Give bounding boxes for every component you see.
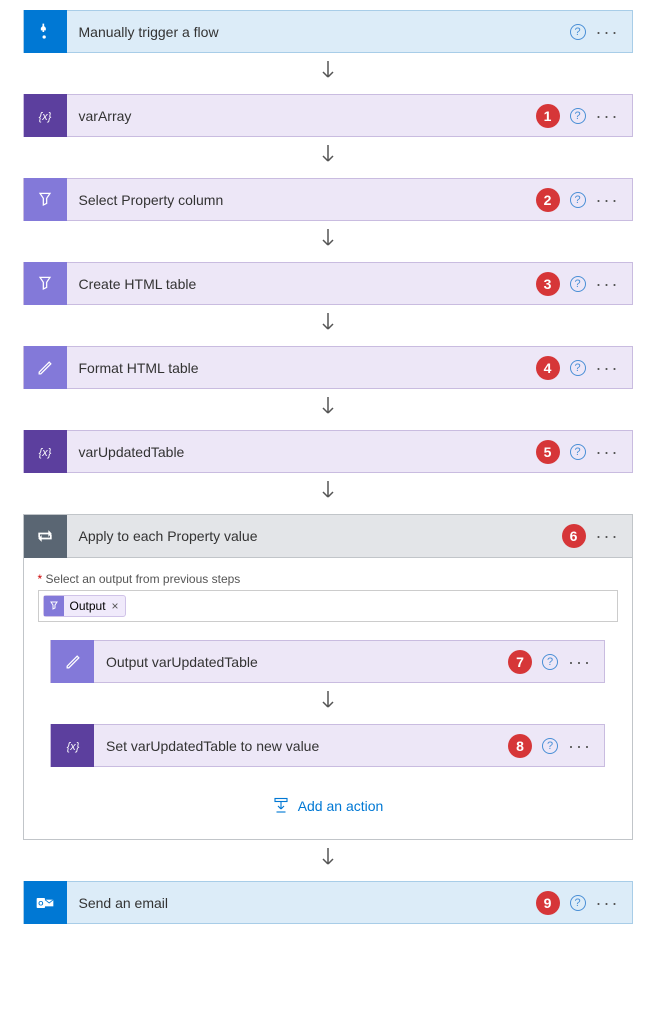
field-label-text: Select an output from previous steps <box>46 572 241 586</box>
arrow-down-icon <box>320 145 336 170</box>
step-label: Send an email <box>67 895 536 911</box>
help-icon[interactable]: ? <box>570 192 586 208</box>
step-set-var[interactable]: {x} Set varUpdatedTable to new value 8 ?… <box>50 724 605 767</box>
step-label: Format HTML table <box>67 360 536 376</box>
step-actions: 1 ? ··· <box>536 104 632 128</box>
step-actions: 4 ? ··· <box>536 356 632 380</box>
number-badge: 2 <box>536 188 560 212</box>
output-field[interactable]: Output × <box>38 590 618 622</box>
help-icon[interactable]: ? <box>542 654 558 670</box>
add-action-button[interactable]: Add an action <box>272 797 384 815</box>
step-var-array[interactable]: {x} varArray 1 ? ··· <box>23 94 633 137</box>
help-icon[interactable]: ? <box>570 276 586 292</box>
step-var-updated[interactable]: {x} varUpdatedTable 5 ? ··· <box>23 430 633 473</box>
add-action-icon <box>272 797 290 815</box>
number-badge: 4 <box>536 356 560 380</box>
help-icon[interactable]: ? <box>570 360 586 376</box>
step-label: Create HTML table <box>67 276 536 292</box>
step-actions: 8 ? ··· <box>508 734 604 758</box>
menu-icon[interactable]: ··· <box>596 359 620 377</box>
help-icon[interactable]: ? <box>542 738 558 754</box>
step-format-html[interactable]: Format HTML table 4 ? ··· <box>23 346 633 389</box>
token-remove-icon[interactable]: × <box>112 599 125 613</box>
menu-icon[interactable]: ··· <box>596 23 620 41</box>
data-operation-icon <box>24 262 67 305</box>
step-label: Manually trigger a flow <box>67 24 570 40</box>
step-actions: 7 ? ··· <box>508 650 604 674</box>
number-badge: 3 <box>536 272 560 296</box>
arrow-down-icon <box>320 61 336 86</box>
arrow-down-icon <box>320 481 336 506</box>
step-actions: 5 ? ··· <box>536 440 632 464</box>
step-label: Set varUpdatedTable to new value <box>94 738 508 754</box>
help-icon[interactable]: ? <box>570 444 586 460</box>
menu-icon[interactable]: ··· <box>596 275 620 293</box>
trigger-icon <box>24 10 67 53</box>
compose-icon <box>24 346 67 389</box>
arrow-down-icon <box>320 313 336 338</box>
container-body: * Select an output from previous steps O… <box>24 558 632 839</box>
number-badge: 8 <box>508 734 532 758</box>
step-actions: 3 ? ··· <box>536 272 632 296</box>
help-icon[interactable]: ? <box>570 24 586 40</box>
field-label: * Select an output from previous steps <box>38 572 618 586</box>
number-badge: 9 <box>536 891 560 915</box>
nested-steps: Output varUpdatedTable 7 ? ··· {x} Set v… <box>38 640 618 815</box>
number-badge: 7 <box>508 650 532 674</box>
step-create-html[interactable]: Create HTML table 3 ? ··· <box>23 262 633 305</box>
step-output-var[interactable]: Output varUpdatedTable 7 ? ··· <box>50 640 605 683</box>
svg-text:{x}: {x} <box>66 741 79 753</box>
data-operation-icon <box>24 178 67 221</box>
svg-text:O: O <box>38 900 43 907</box>
step-label: Apply to each Property value <box>67 528 562 544</box>
step-label: varUpdatedTable <box>67 444 536 460</box>
step-send-email[interactable]: O Send an email 9 ? ··· <box>23 881 633 924</box>
arrow-down-icon <box>320 848 336 873</box>
step-label: varArray <box>67 108 536 124</box>
help-icon[interactable]: ? <box>570 108 586 124</box>
help-icon[interactable]: ? <box>570 895 586 911</box>
outlook-icon: O <box>24 881 67 924</box>
menu-icon[interactable]: ··· <box>568 653 592 671</box>
svg-text:{x}: {x} <box>39 111 52 123</box>
number-badge: 6 <box>562 524 586 548</box>
number-badge: 5 <box>536 440 560 464</box>
variable-icon: {x} <box>24 430 67 473</box>
add-action-label: Add an action <box>298 798 384 814</box>
flow-canvas: Manually trigger a flow ? ··· {x} varArr… <box>10 10 645 924</box>
menu-icon[interactable]: ··· <box>596 443 620 461</box>
compose-icon <box>51 640 94 683</box>
step-actions: 2 ? ··· <box>536 188 632 212</box>
required-indicator: * <box>38 572 43 586</box>
step-apply-each[interactable]: Apply to each Property value 6 ··· <box>24 515 632 558</box>
step-actions: ? ··· <box>570 23 632 41</box>
menu-icon[interactable]: ··· <box>568 737 592 755</box>
step-select-property[interactable]: Select Property column 2 ? ··· <box>23 178 633 221</box>
menu-icon[interactable]: ··· <box>596 894 620 912</box>
arrow-down-icon <box>320 691 336 716</box>
menu-icon[interactable]: ··· <box>596 527 620 545</box>
step-trigger[interactable]: Manually trigger a flow ? ··· <box>23 10 633 53</box>
step-label: Select Property column <box>67 192 536 208</box>
token-label: Output <box>64 599 112 613</box>
apply-to-each-container: Apply to each Property value 6 ··· * Sel… <box>23 514 633 840</box>
token-icon <box>44 596 64 616</box>
menu-icon[interactable]: ··· <box>596 107 620 125</box>
arrow-down-icon <box>320 397 336 422</box>
loop-icon <box>24 515 67 558</box>
dynamic-token[interactable]: Output × <box>43 595 126 617</box>
number-badge: 1 <box>536 104 560 128</box>
variable-icon: {x} <box>24 94 67 137</box>
variable-icon: {x} <box>51 724 94 767</box>
step-actions: 9 ? ··· <box>536 891 632 915</box>
svg-text:{x}: {x} <box>39 447 52 459</box>
step-actions: 6 ··· <box>562 524 632 548</box>
arrow-down-icon <box>320 229 336 254</box>
step-label: Output varUpdatedTable <box>94 654 508 670</box>
menu-icon[interactable]: ··· <box>596 191 620 209</box>
